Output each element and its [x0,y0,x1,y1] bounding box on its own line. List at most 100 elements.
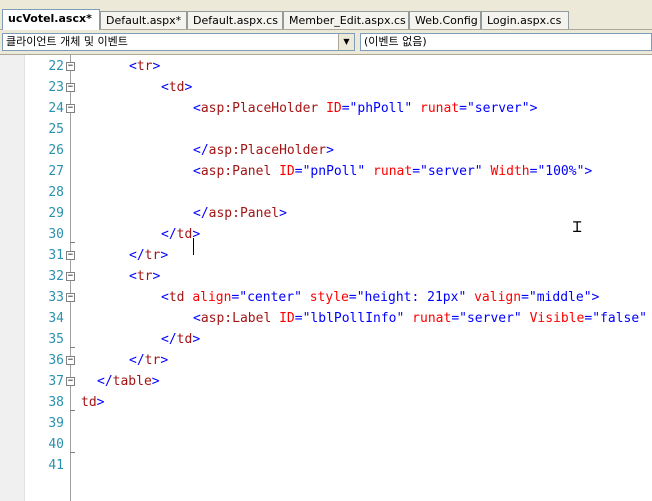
code-line[interactable]: 23− <td> [0,77,652,98]
code-token: = [412,164,421,179]
code-token: td [176,332,193,347]
text-caret [193,238,194,255]
fold-end-marker [70,347,75,348]
code-line[interactable]: 37− </table> [0,371,652,392]
line-number: 25 [48,122,64,137]
line-number: 23 [48,80,64,95]
code-token: ID [279,164,295,179]
code-text: </td> [161,224,200,245]
code-text: <asp:Label ID="lblPollInfo" runat="serve… [193,308,647,329]
code-token: > [584,164,593,179]
collapse-icon[interactable]: − [66,83,75,92]
code-line[interactable]: 25 [0,119,652,140]
navigation-bar: 클라이언트 개체 및 이벤트 ▼ (이벤트 없음) [0,30,652,55]
tab-label: Default.aspx.cs [193,14,278,27]
code-token: td [81,395,97,410]
collapse-icon[interactable]: − [66,293,75,302]
client-objects-dropdown[interactable]: 클라이언트 개체 및 이벤트 ▼ [2,33,355,51]
code-text: td> [81,392,104,413]
code-line[interactable]: 38 td> [0,392,652,413]
tab-member-edit-aspx-cs[interactable]: Member_Edit.aspx.cs [283,11,409,29]
line-number: 29 [48,206,64,221]
code-line[interactable]: 24− <asp:PlaceHolder ID="phPoll" runat="s… [0,98,652,119]
tab-label: Default.aspx* [106,14,182,27]
line-number: 30 [48,227,64,242]
tab-login-aspx-cs[interactable]: Login.aspx.cs [481,11,569,29]
code-line[interactable]: 28 [0,182,652,203]
tab-ucvotel-ascx[interactable]: ucVotel.ascx* [2,9,100,30]
code-token: "100%" [537,164,585,179]
collapse-icon[interactable]: − [66,251,75,260]
tab-label: Member_Edit.aspx.cs [289,14,406,27]
code-line[interactable]: 32− <tr> [0,266,652,287]
code-line[interactable]: 31− </tr> [0,245,652,266]
line-number: 27 [48,164,64,179]
collapse-icon[interactable]: − [66,377,75,386]
collapse-icon[interactable]: − [66,104,75,113]
code-token: align [192,290,232,305]
code-text: </tr> [129,245,168,266]
code-line[interactable]: 40 [0,434,652,455]
code-token: valign [474,290,522,305]
code-token: < [129,59,137,74]
code-token: runat [373,164,413,179]
code-line[interactable]: 27 <asp:Panel ID="pnPoll" runat="server" … [0,161,652,182]
code-text: </tr> [129,350,168,371]
code-token: > [529,101,538,116]
code-token: < [161,80,169,95]
tab-web-config[interactable]: Web.Config [409,11,481,29]
code-token: > [96,395,105,410]
code-token: > [160,248,169,263]
code-line[interactable]: 34 <asp:Label ID="lblPollInfo" runat="ser… [0,308,652,329]
chevron-down-icon[interactable]: ▼ [338,34,354,50]
code-editor[interactable]: 22− <tr> 23− <td> 24− <asp:PlaceHolder ID="ph… [0,55,652,501]
code-token: </ [129,248,145,263]
document-tab-bar: ucVotel.ascx* Default.aspx* Default.aspx… [0,0,652,30]
code-text: </asp:PlaceHolder> [193,140,334,161]
code-token: > [151,374,160,389]
code-token: asp:PlaceHolder [208,143,327,158]
line-number: 35 [48,332,64,347]
code-token: > [279,206,287,221]
code-line[interactable]: 35 </td> [0,329,652,350]
code-token: </ [161,332,177,347]
code-token: "server" [420,164,483,179]
collapse-icon[interactable]: − [66,272,75,281]
events-dropdown[interactable]: (이벤트 없음) [360,33,652,51]
code-token: td [168,290,185,305]
code-token: tr [136,59,153,74]
tab-default-aspx[interactable]: Default.aspx* [100,11,187,29]
events-value: (이벤트 없음) [364,35,427,48]
code-line[interactable]: 26 </asp:PlaceHolder> [0,140,652,161]
code-token: tr [136,269,153,284]
code-token: > [326,143,334,158]
tab-label: ucVotel.ascx* [8,12,92,25]
code-token: = [294,164,303,179]
code-token: = [521,290,529,305]
code-line[interactable]: 30 </td> [0,224,652,245]
code-line[interactable]: 41 [0,455,652,476]
code-text: <asp:Panel ID="pnPoll" runat="server" Wi… [193,161,592,182]
collapse-icon[interactable]: − [66,62,75,71]
code-token: td [176,227,193,242]
code-token: td [168,80,185,95]
code-line[interactable]: 33− <td align="center" style="height: 21p… [0,287,652,308]
code-line[interactable]: 39 [0,413,652,434]
tab-default-aspx-cs[interactable]: Default.aspx.cs [187,11,283,29]
code-token: runat [420,101,460,116]
code-token: style [309,290,349,305]
code-line[interactable]: 29 </asp:Panel> [0,203,652,224]
collapse-icon[interactable]: − [66,356,75,365]
code-text: </table> [97,371,160,392]
code-token: ID [279,311,295,326]
code-token: tr [144,353,161,368]
line-number: 32 [48,269,64,284]
code-line[interactable]: 22− <tr> [0,56,652,77]
code-token: "server" [459,311,522,326]
code-line[interactable]: 36− </tr> [0,350,652,371]
